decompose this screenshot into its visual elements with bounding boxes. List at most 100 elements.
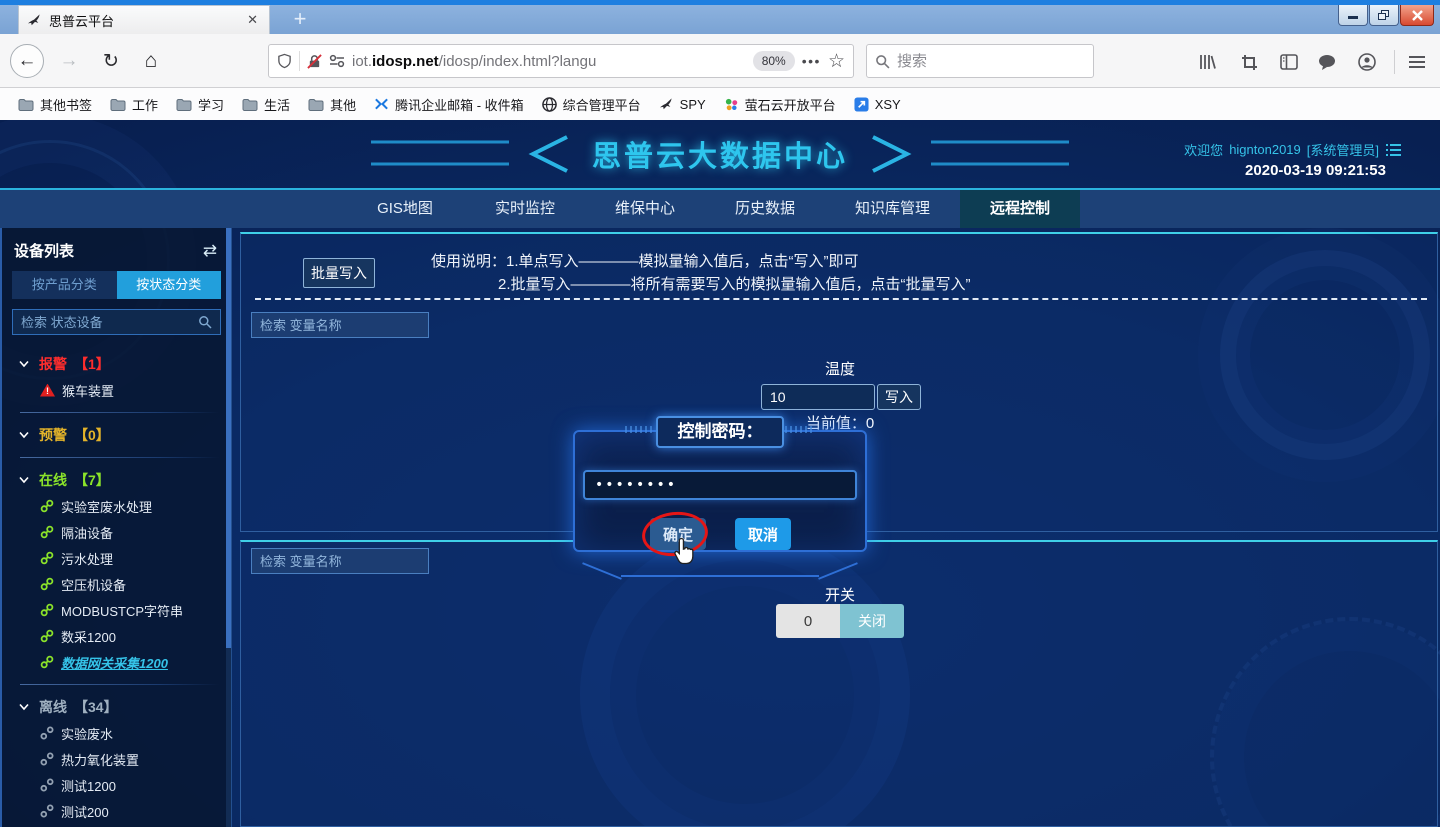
- divider: [20, 457, 219, 458]
- tree-group-alarm[interactable]: 报警 【1】: [18, 351, 231, 377]
- address-bar[interactable]: iot.idosp.net/idosp/index.html?langu 80%…: [268, 44, 854, 78]
- bookmark-folder[interactable]: 其他书签: [10, 92, 100, 117]
- bookmark-folder[interactable]: 其他: [300, 92, 364, 117]
- hand-cursor-icon: [672, 536, 697, 566]
- switch-close-button[interactable]: 关闭: [840, 604, 904, 638]
- home-button[interactable]: ⌂: [134, 44, 168, 78]
- decoration: [621, 575, 819, 577]
- tab-strip: 思普云平台 ✕ +: [0, 5, 1440, 34]
- tree-item[interactable]: 测试200: [18, 798, 231, 824]
- variable-search[interactable]: [251, 312, 429, 338]
- nav-tab-realtime[interactable]: 实时监控: [465, 190, 585, 228]
- bookmark-folder[interactable]: 工作: [102, 92, 166, 117]
- shield-icon[interactable]: [277, 53, 292, 69]
- reload-button[interactable]: ↻: [94, 44, 128, 78]
- bookmark-item[interactable]: 萤石云开放平台: [716, 92, 844, 117]
- search-input[interactable]: [897, 53, 1057, 70]
- password-input[interactable]: [583, 470, 857, 500]
- sidebar-toggle-icon[interactable]: [1278, 52, 1300, 72]
- forward-button[interactable]: →: [52, 44, 86, 78]
- title-decoration-left: [371, 134, 576, 174]
- browser-tab[interactable]: 思普云平台 ✕: [18, 5, 270, 34]
- tree-item-selected[interactable]: 数据网关采集1200: [18, 649, 231, 675]
- decoration: [625, 426, 655, 433]
- url-text[interactable]: iot.idosp.net/idosp/index.html?langu: [352, 53, 596, 70]
- tree-item[interactable]: 热力氧化装置: [18, 746, 231, 772]
- bookmark-item[interactable]: SPY: [651, 94, 714, 115]
- nav-tab-maintenance[interactable]: 维保中心: [585, 190, 705, 228]
- broken-link-icon: [40, 752, 54, 766]
- permissions-icon[interactable]: [329, 54, 345, 68]
- bookmark-item[interactable]: 综合管理平台: [534, 92, 649, 117]
- nav-tab-remote-control[interactable]: 远程控制: [960, 190, 1080, 228]
- switch-toggle[interactable]: 0 关闭: [776, 604, 904, 638]
- collapse-sidebar-icon[interactable]: ⇄: [203, 241, 217, 261]
- tree-item[interactable]: ! 猴车装置: [18, 377, 231, 403]
- variable-search-input[interactable]: [260, 318, 420, 333]
- web-page: 思普云大数据中心 欢迎您 hignton2019 [系统管理员] 2020-03…: [0, 120, 1440, 827]
- broken-link-icon: [40, 726, 54, 740]
- link-icon: [40, 603, 54, 617]
- tab-by-status[interactable]: 按状态分类: [117, 271, 222, 299]
- tree-item[interactable]: 污水处理: [18, 545, 231, 571]
- nav-tab-gis[interactable]: GIS地图: [345, 190, 465, 228]
- tree-item[interactable]: 隔油设备: [18, 519, 231, 545]
- browser-toolbar: ← → ↻ ⌂ iot.idosp.net/idosp/index.html?l…: [0, 34, 1440, 88]
- username: hignton2019: [1229, 142, 1301, 157]
- analog-value-input[interactable]: [761, 384, 875, 410]
- device-search[interactable]: [12, 309, 221, 335]
- search-icon: [198, 315, 212, 329]
- sidebar-scrollbar[interactable]: [226, 228, 231, 827]
- page-header: 思普云大数据中心 欢迎您 hignton2019 [系统管理员] 2020-03…: [0, 120, 1440, 190]
- variable-search-input[interactable]: [260, 554, 420, 569]
- back-button[interactable]: ←: [10, 44, 44, 78]
- bookmark-item[interactable]: 腾讯企业邮箱 - 收件箱: [366, 92, 532, 117]
- zoom-level-badge[interactable]: 80%: [753, 51, 795, 71]
- tab-by-product[interactable]: 按产品分类: [12, 271, 117, 299]
- tree-group-online[interactable]: 在线 【7】: [18, 467, 231, 493]
- menu-icon[interactable]: [1406, 52, 1428, 72]
- insecure-lock-icon[interactable]: [307, 54, 322, 69]
- tree-item[interactable]: MODBUSTCP字符串: [18, 597, 231, 623]
- dialog-title: 控制密码：: [656, 416, 784, 448]
- cancel-button[interactable]: 取消: [735, 518, 791, 550]
- screenshot-icon[interactable]: [1238, 52, 1260, 72]
- minimize-button[interactable]: [1338, 5, 1368, 26]
- tree-item[interactable]: 空压机设备: [18, 571, 231, 597]
- sidebar-title: 设备列表: [14, 240, 203, 261]
- batch-write-button[interactable]: 批量写入: [303, 258, 375, 288]
- library-icon[interactable]: [1196, 52, 1218, 72]
- page-actions-icon[interactable]: •••: [802, 53, 821, 69]
- link-icon: [40, 499, 54, 513]
- nav-tab-knowledge[interactable]: 知识库管理: [825, 190, 960, 228]
- variable-search[interactable]: [251, 548, 429, 574]
- chevron-down-icon: [18, 703, 30, 711]
- tree-group-offline[interactable]: 离线 【34】: [18, 694, 231, 720]
- variable-label: 温度: [761, 358, 919, 379]
- tree-item[interactable]: 实验废水: [18, 720, 231, 746]
- bookmark-folder[interactable]: 生活: [234, 92, 298, 117]
- tree-item[interactable]: 实验室废水处理: [18, 493, 231, 519]
- menu-list-icon[interactable]: [1385, 143, 1402, 157]
- tab-close-icon[interactable]: ✕: [244, 12, 261, 28]
- write-button[interactable]: 写入: [877, 384, 921, 410]
- restore-button[interactable]: [1369, 5, 1399, 26]
- messages-icon[interactable]: [1316, 52, 1338, 72]
- close-button[interactable]: [1400, 5, 1434, 26]
- tree-group-warning[interactable]: 预警 【0】: [18, 422, 231, 448]
- switch-value: 0: [776, 604, 840, 638]
- tree-item[interactable]: 数采1200: [18, 623, 231, 649]
- ezviz-icon: [724, 97, 739, 112]
- bookmark-folder[interactable]: 学习: [168, 92, 232, 117]
- bookmark-item[interactable]: XSY: [846, 94, 909, 115]
- bookmark-star-icon[interactable]: ☆: [828, 50, 845, 73]
- chevron-down-icon: [18, 476, 30, 484]
- new-tab-button[interactable]: +: [283, 7, 317, 33]
- nav-tab-history[interactable]: 历史数据: [705, 190, 825, 228]
- tab-title: 思普云平台: [49, 11, 237, 30]
- account-icon[interactable]: [1356, 52, 1378, 72]
- scrollbar-thumb[interactable]: [226, 228, 231, 648]
- tree-item[interactable]: 测试1200: [18, 772, 231, 798]
- device-search-input[interactable]: [21, 315, 198, 330]
- search-bar[interactable]: [866, 44, 1094, 78]
